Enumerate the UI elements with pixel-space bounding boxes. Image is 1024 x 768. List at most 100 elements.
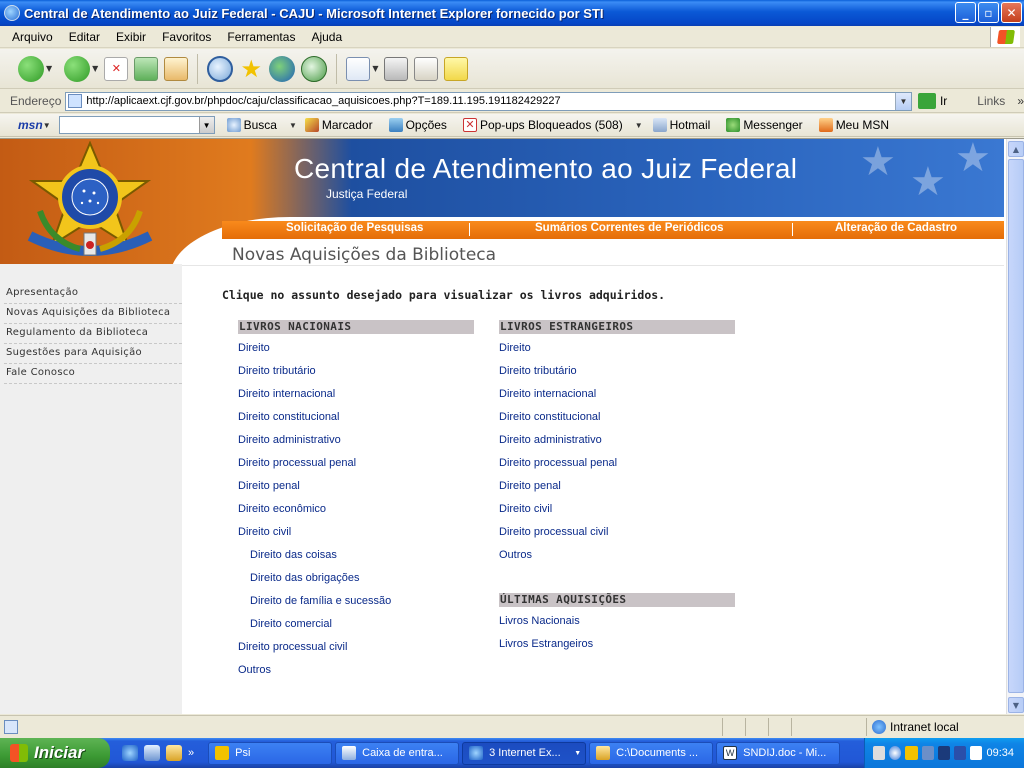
nacionais-link[interactable]: Direito econômico xyxy=(238,498,474,521)
estrangeiros-link[interactable]: Direito civil xyxy=(499,498,735,521)
mail-dropdown-icon[interactable]: ▼ xyxy=(372,64,378,73)
forward-icon[interactable] xyxy=(64,55,91,82)
address-url[interactable]: http://aplicaext.cjf.gov.br/phpdoc/caju/… xyxy=(86,95,560,107)
estrangeiros-link[interactable]: Direito administrativo xyxy=(499,429,735,452)
msn-hotmail-button[interactable]: Hotmail xyxy=(652,118,710,132)
chevron-right-icon[interactable]: » xyxy=(1017,94,1024,108)
nav-solicitacao-pesquisas[interactable]: Solicitação de Pesquisas xyxy=(286,222,423,234)
start-button[interactable]: Iniciar xyxy=(0,738,110,768)
history-icon[interactable] xyxy=(301,55,328,82)
audio-tray-icon[interactable] xyxy=(954,746,967,760)
sidebar-item-regulamento[interactable]: Regulamento da Biblioteca xyxy=(4,324,182,344)
scroll-up-icon[interactable]: ▲ xyxy=(1008,141,1024,157)
outlook-quicklaunch-icon[interactable] xyxy=(144,745,160,761)
mail-icon[interactable] xyxy=(346,56,371,81)
print-icon[interactable] xyxy=(384,56,409,81)
nav-alteracao-cadastro[interactable]: Alteração de Cadastro xyxy=(835,222,957,234)
msn-search-dropdown-arrow-icon[interactable]: ▼ xyxy=(289,121,297,130)
msn-search-dropdown-icon[interactable]: ▼ xyxy=(198,117,214,133)
estrangeiros-link[interactable]: Direito processual penal xyxy=(499,452,735,475)
stop-icon[interactable]: ✕ xyxy=(104,56,129,81)
estrangeiros-link[interactable]: Direito xyxy=(499,337,735,360)
nacionais-link[interactable]: Outros xyxy=(238,659,474,682)
msn-search-input[interactable]: ▼ xyxy=(58,116,215,134)
refresh-icon[interactable] xyxy=(134,56,159,81)
sidebar-item-novas-aquisicoes[interactable]: Novas Aquisições da Biblioteca xyxy=(4,304,182,324)
msn-highlight-button[interactable]: Marcador xyxy=(304,118,373,132)
task-sndij-doc[interactable]: W SNDIJ.doc - Mi... xyxy=(716,741,841,765)
ultimas-link[interactable]: Livros Nacionais xyxy=(499,610,735,633)
menu-favoritos[interactable]: Favoritos xyxy=(162,30,211,44)
network-tray-icon[interactable] xyxy=(921,746,934,760)
address-dropdown-icon[interactable]: ▼ xyxy=(894,92,911,110)
menu-exibir[interactable]: Exibir xyxy=(116,30,146,44)
menu-arquivo[interactable]: Arquivo xyxy=(12,30,53,44)
nacionais-link[interactable]: Direito civil xyxy=(238,521,474,544)
menu-ajuda[interactable]: Ajuda xyxy=(311,30,342,44)
keyboard-tray-icon[interactable] xyxy=(873,746,886,760)
nacionais-link[interactable]: Direito processual penal xyxy=(238,452,474,475)
home-icon[interactable] xyxy=(164,56,189,81)
estrangeiros-link[interactable]: Outros xyxy=(499,544,735,567)
nacionais-link[interactable]: Direito das obrigações xyxy=(238,567,474,590)
estrangeiros-link[interactable]: Direito processual civil xyxy=(499,521,735,544)
quicklaunch-more-icon[interactable]: » xyxy=(188,747,194,759)
nacionais-link[interactable]: Direito xyxy=(238,337,474,360)
maximize-button[interactable]: ▫ xyxy=(978,2,999,23)
antivirus-tray-icon[interactable] xyxy=(937,746,951,760)
task-caixa-entrada[interactable]: Caixa de entra... xyxy=(335,741,460,765)
ultimas-link[interactable]: Livros Estrangeiros xyxy=(499,633,735,656)
links-button[interactable]: Links xyxy=(977,94,1005,108)
media-icon[interactable] xyxy=(269,55,296,82)
go-button[interactable]: Ir xyxy=(917,93,947,109)
close-button[interactable]: ✕ xyxy=(1001,2,1022,23)
msn-messenger-button[interactable]: Messenger xyxy=(726,118,803,132)
sidebar-item-sugestoes[interactable]: Sugestões para Aquisição xyxy=(4,344,182,364)
vz-tray-icon[interactable] xyxy=(970,746,983,760)
estrangeiros-link[interactable]: Direito tributário xyxy=(499,360,735,383)
nacionais-link[interactable]: Direito administrativo xyxy=(238,429,474,452)
sidebar-item-apresentacao[interactable]: Apresentação xyxy=(4,284,182,304)
vertical-scrollbar[interactable]: ▲ ▼ xyxy=(1006,139,1024,714)
msn-logo[interactable]: msn xyxy=(18,118,43,132)
nacionais-link[interactable]: Direito comercial xyxy=(238,613,474,636)
nacionais-link[interactable]: Direito internacional xyxy=(238,383,474,406)
task-psi[interactable]: Psi xyxy=(208,741,333,765)
task-internet-explorer[interactable]: 3 Internet Ex... ▼ xyxy=(462,741,587,765)
forward-dropdown-icon[interactable]: ▼ xyxy=(92,64,98,73)
msn-options-button[interactable]: Opções xyxy=(388,118,447,132)
sidebar-item-fale-conosco[interactable]: Fale Conosco xyxy=(4,364,182,384)
back-dropdown-icon[interactable]: ▼ xyxy=(46,64,52,73)
scroll-down-icon[interactable]: ▼ xyxy=(1008,697,1024,713)
star-tray-icon[interactable] xyxy=(905,746,918,760)
favorites-star-icon[interactable]: ★ xyxy=(239,57,263,81)
collapse-tray-icon[interactable] xyxy=(889,746,902,760)
msn-search-button[interactable]: Busca xyxy=(226,118,277,132)
note-icon[interactable] xyxy=(444,56,469,81)
nacionais-link[interactable]: Direito processual civil xyxy=(238,636,474,659)
nav-sumarios-periodicos[interactable]: Sumários Correntes de Periódicos xyxy=(535,222,724,234)
menu-editar[interactable]: Editar xyxy=(69,30,100,44)
search-icon[interactable] xyxy=(207,55,234,82)
nacionais-link[interactable]: Direito constitucional xyxy=(238,406,474,429)
msn-dropdown-icon[interactable]: ▼ xyxy=(43,121,51,130)
nacionais-link[interactable]: Direito de família e sucessão xyxy=(238,590,474,613)
ie-quicklaunch-icon[interactable] xyxy=(122,745,138,761)
edit-icon[interactable] xyxy=(414,56,439,81)
msn-mymsn-button[interactable]: Meu MSN xyxy=(818,118,889,132)
nacionais-link[interactable]: Direito das coisas xyxy=(238,544,474,567)
address-input[interactable]: http://aplicaext.cjf.gov.br/phpdoc/caju/… xyxy=(65,91,912,111)
estrangeiros-link[interactable]: Direito penal xyxy=(499,475,735,498)
back-icon[interactable] xyxy=(18,55,44,82)
menu-ferramentas[interactable]: Ferramentas xyxy=(227,30,295,44)
msn-popups-button[interactable]: ✕ Pop-ups Bloqueados (508) xyxy=(462,118,623,132)
estrangeiros-link[interactable]: Direito constitucional xyxy=(499,406,735,429)
nacionais-link[interactable]: Direito penal xyxy=(238,475,474,498)
estrangeiros-link[interactable]: Direito internacional xyxy=(499,383,735,406)
popups-dropdown-icon[interactable]: ▼ xyxy=(635,121,643,130)
task-documents[interactable]: C:\Documents ... xyxy=(589,741,714,765)
nacionais-link[interactable]: Direito tributário xyxy=(238,360,474,383)
folder-quicklaunch-icon[interactable] xyxy=(166,745,182,761)
minimize-button[interactable]: _ xyxy=(955,2,976,23)
scroll-thumb[interactable] xyxy=(1008,159,1024,693)
